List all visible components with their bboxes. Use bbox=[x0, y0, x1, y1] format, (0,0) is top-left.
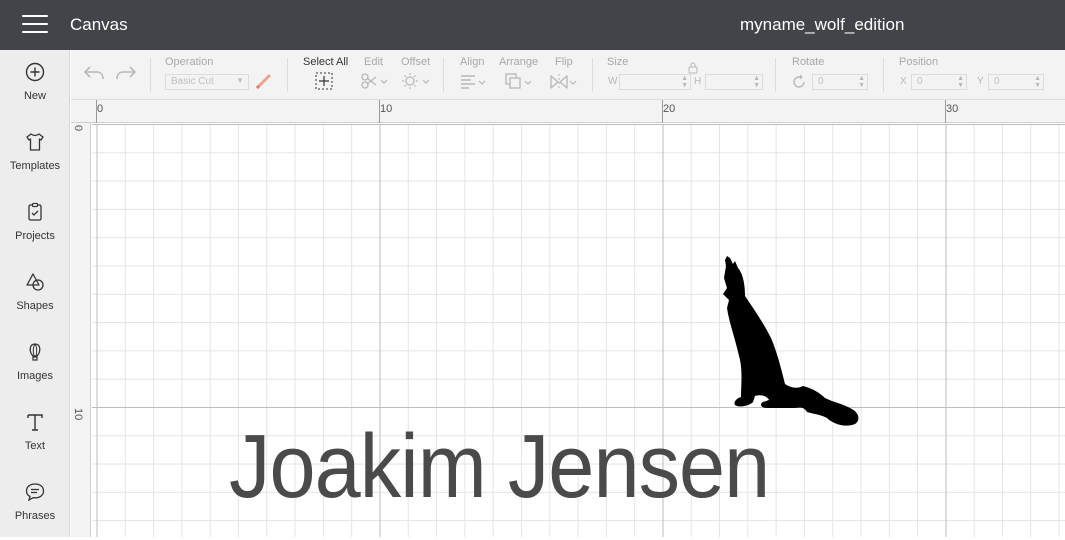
stepper-icon[interactable]: ▲ ▼ bbox=[681, 75, 688, 89]
toolbar-divider bbox=[775, 58, 776, 92]
sidebar-item-new[interactable]: New bbox=[0, 50, 70, 120]
left-sidebar: New Templates Projects Shapes Images Tex… bbox=[0, 50, 70, 537]
edit-toolbar: Operation Basic Cut ▼ Select All Edit Of… bbox=[71, 50, 1065, 100]
toolbar-divider bbox=[443, 58, 444, 92]
sidebar-item-images[interactable]: Images bbox=[0, 330, 70, 400]
sidebar-item-label: Shapes bbox=[16, 300, 54, 312]
height-field[interactable]: ▲ ▼ bbox=[705, 74, 763, 90]
pen-color-icon[interactable] bbox=[255, 72, 273, 90]
position-y-value: 0 bbox=[994, 76, 1000, 87]
howling-wolf-image[interactable] bbox=[721, 252, 866, 427]
clipboard-icon bbox=[28, 202, 42, 221]
sidebar-item-templates[interactable]: Templates bbox=[0, 120, 70, 190]
lock-icon[interactable] bbox=[687, 62, 699, 74]
sidebar-item-text[interactable]: Text bbox=[0, 400, 70, 470]
size-label: Size bbox=[607, 56, 629, 68]
speech-bubble-icon bbox=[25, 483, 45, 502]
design-text-layer[interactable]: Joakim Jensen bbox=[229, 422, 770, 512]
horizontal-ruler: 0 10 20 30 bbox=[71, 100, 1065, 123]
toolbar-divider bbox=[287, 58, 288, 92]
rotate-label: Rotate bbox=[792, 56, 825, 68]
sidebar-item-projects[interactable]: Projects bbox=[0, 190, 70, 260]
rotate-field[interactable]: 0 ▲ ▼ bbox=[812, 74, 868, 90]
stepper-icon[interactable]: ▲ ▼ bbox=[957, 75, 964, 89]
sidebar-item-label: Images bbox=[16, 370, 54, 382]
position-y-label: Y bbox=[977, 76, 984, 87]
position-x-value: 0 bbox=[917, 76, 923, 87]
toolbar-divider bbox=[883, 58, 884, 92]
text-t-icon bbox=[27, 414, 43, 431]
stepper-icon[interactable]: ▲ ▼ bbox=[1034, 75, 1041, 89]
redo-icon[interactable] bbox=[115, 64, 137, 82]
sidebar-item-shapes[interactable]: Shapes bbox=[0, 260, 70, 330]
operation-value: Basic Cut bbox=[171, 76, 214, 87]
shapes-icon bbox=[26, 273, 44, 291]
shirt-icon bbox=[26, 133, 44, 151]
select-all-icon[interactable] bbox=[315, 72, 333, 90]
sidebar-item-label: Projects bbox=[15, 230, 55, 242]
sidebar-item-label: New bbox=[23, 90, 46, 102]
arrange-label: Arrange bbox=[499, 56, 539, 68]
toolbar-divider bbox=[150, 58, 151, 92]
operation-select[interactable]: Basic Cut ▼ bbox=[165, 74, 249, 90]
rotate-icon bbox=[793, 74, 805, 88]
plus-circle-icon bbox=[25, 62, 45, 82]
position-y-field[interactable]: 0 ▲ ▼ bbox=[988, 74, 1044, 90]
scissors-icon[interactable] bbox=[360, 73, 388, 89]
stepper-icon[interactable]: ▲ ▼ bbox=[753, 75, 760, 89]
position-x-label: X bbox=[900, 76, 907, 87]
width-field[interactable]: ▲ ▼ bbox=[619, 74, 691, 90]
align-icon[interactable] bbox=[460, 74, 488, 90]
sidebar-item-label: Text bbox=[24, 440, 46, 452]
balloon-icon bbox=[29, 343, 41, 361]
ruler-label: 10 bbox=[72, 408, 84, 421]
ruler-label: 0 bbox=[72, 125, 84, 132]
align-label: Align bbox=[460, 56, 485, 68]
stepper-icon[interactable]: ▲ ▼ bbox=[858, 75, 865, 89]
rotate-value: 0 bbox=[818, 76, 824, 87]
chevron-down-icon: ▼ bbox=[236, 76, 244, 85]
size-w-label: W bbox=[608, 76, 618, 87]
app-title: Canvas bbox=[70, 15, 128, 34]
design-canvas[interactable]: 0 10 20 30 0 10 Joakim Jensen bbox=[71, 100, 1065, 537]
undo-icon[interactable] bbox=[83, 64, 105, 82]
sidebar-item-phrases[interactable]: Phrases bbox=[0, 470, 70, 540]
position-label: Position bbox=[899, 56, 939, 68]
edit-label: Edit bbox=[364, 56, 383, 68]
offset-label: Offset bbox=[401, 56, 431, 68]
top-bar: Canvas myname_wolf_edition bbox=[0, 0, 1065, 50]
arrange-icon[interactable] bbox=[505, 73, 535, 91]
sidebar-item-label: Templates bbox=[9, 160, 61, 172]
offset-icon[interactable] bbox=[402, 73, 430, 89]
vertical-ruler: 0 10 bbox=[71, 123, 91, 537]
flip-icon[interactable] bbox=[549, 74, 579, 90]
ruler-ticks bbox=[96, 100, 946, 123]
hamburger-icon[interactable] bbox=[22, 15, 48, 35]
toolbar-divider bbox=[592, 58, 593, 92]
flip-label: Flip bbox=[555, 56, 573, 68]
select-all-label: Select All bbox=[303, 56, 349, 68]
size-h-label: H bbox=[694, 76, 702, 87]
operation-label: Operation bbox=[165, 56, 214, 68]
project-name[interactable]: myname_wolf_edition bbox=[740, 15, 904, 35]
position-x-field[interactable]: 0 ▲ ▼ bbox=[911, 74, 967, 90]
sidebar-item-label: Phrases bbox=[14, 510, 56, 522]
